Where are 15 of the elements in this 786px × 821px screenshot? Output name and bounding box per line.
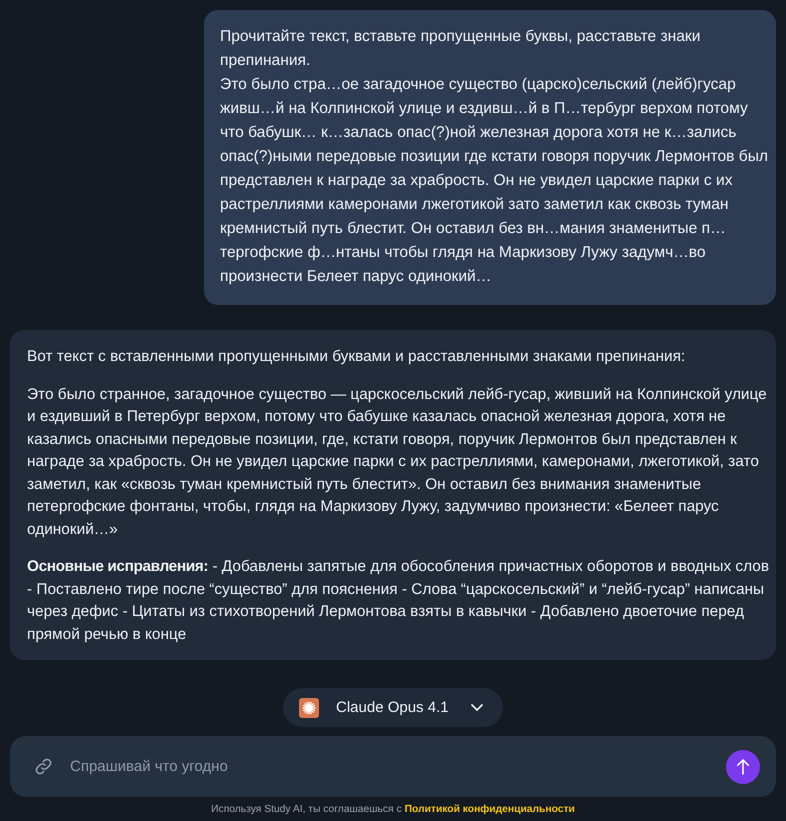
message-composer[interactable]: Спрашивай что угодно — [10, 736, 776, 797]
paperclip-link-icon[interactable] — [34, 757, 53, 776]
arrow-up-icon — [736, 758, 750, 776]
consent-text: Используя Study AI, ты соглашаешься с — [211, 804, 402, 814]
send-button[interactable] — [726, 750, 760, 784]
message-text: Вот текст с вставленными пропущенными буквами и расставленными знаками препинания: — [27, 347, 686, 367]
message-input-field[interactable]: Спрашивай что угодно — [70, 756, 714, 778]
message-text: Это было стра…ое загадочное существо (царско)сельский (лейб)гусар живш…й на Колпинской улице и ездивш…й в П…тербург верхом потому что бабушк… к…залась опас(?)ной железная дорога хотя не к…зались опас(?)ными передовые позиции где кстати говоря поручик Лермонтов был представлен к награде за храбрость. Он не увидел царские парки с их растреллиями камеронами лжеготикой зато заметил как сквозь туман кремнистый путь блестит. Он оставил без вн…мания знаменитые п…тергофские ф…нтаны чтобы глядя на Маркизову Лужу задумч…во произнести Белеет парус одинокий… — [220, 75, 770, 287]
privacy-policy-link[interactable]: Политикой конфиденциальности — [404, 804, 575, 814]
model-selector[interactable]: Claude Opus 4.1 — [283, 688, 503, 727]
chevron-down-icon — [471, 704, 483, 711]
sparkle-logo-icon — [299, 698, 319, 718]
message-text: Прочитайте текст, вставьте пропущенные буквы, расставьте знаки препинания. — [220, 27, 702, 71]
message-text: Основные исправления: - Добавлены запятые для обособления причастных оборотов и вводных слов - Поставлено тире после “существо” для пояснения - Слова “царскосельский” и “лейб-гусар” написаны через дефис - Цитаты из стихотворений Лермонтова взяты в кавычки - Добавлено двоеточие перед прямой речью в конце — [27, 557, 770, 644]
message-text: Это было странное, загадочное существо — царскосельский лейб-гусар, живший на Колпинской улице и ездивший в Петербург верхом, потому что бабушке казалась опасной железная дорога, хотя не казались опасными передовые позиции, где, кстати говоря, поручик Лермонтов был представлен к награде за храбрость. Он не увидел царские парки с их растреллиями, камеронами, лжеготикой, зато заметил, как «сквозь туман кремнистый путь блестит». Он оставил без внимания знаменитые петергофские фонтаны, чтобы, глядя на Маркизову Лужу, задумчиво произнести: «Белеет парус одинокий…» — [27, 384, 768, 540]
